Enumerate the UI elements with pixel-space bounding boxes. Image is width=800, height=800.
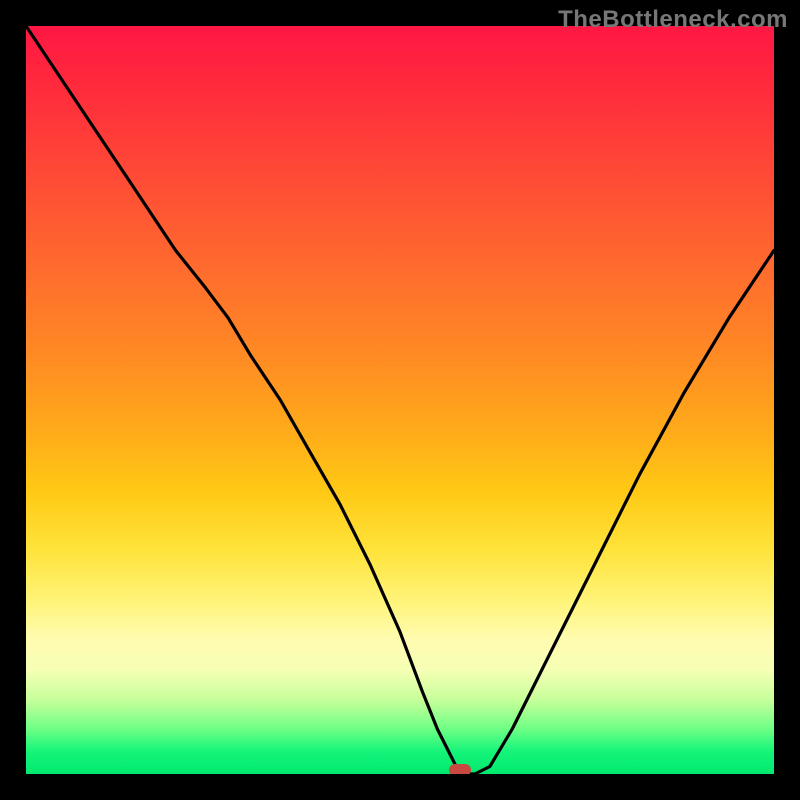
watermark-text: TheBottleneck.com: [558, 6, 788, 34]
bottleneck-min-marker: [449, 764, 471, 774]
chart-curve-svg: [26, 26, 774, 774]
chart-plot-area: [26, 26, 774, 774]
bottleneck-curve-path: [26, 26, 774, 774]
